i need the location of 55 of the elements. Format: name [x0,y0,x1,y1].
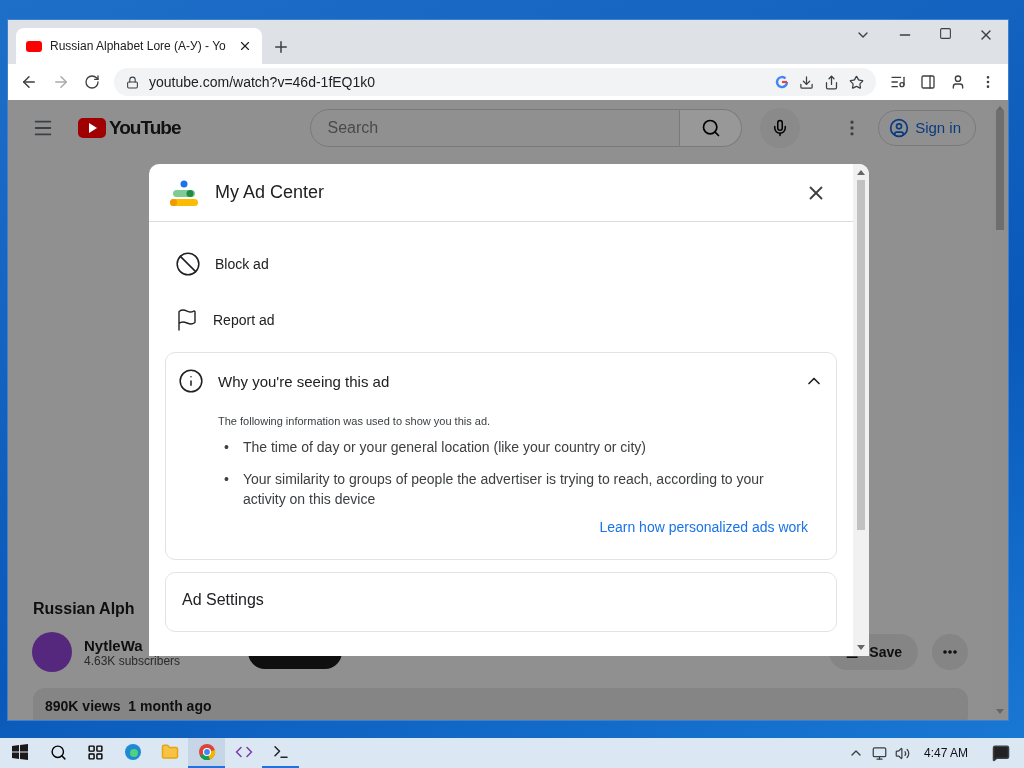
bullet: • [224,438,229,457]
block-ad-item[interactable]: Block ad [149,236,853,292]
clock[interactable]: 4:47 AM [923,746,968,760]
reason-text: The time of day or your general location (like your country or city) [242,438,646,457]
side-panel-icon[interactable] [920,74,936,90]
scrollbar[interactable] [992,100,1008,720]
block-icon [175,251,201,277]
folder-icon [160,743,179,761]
chrome-icon [197,743,216,761]
intro-text: The following information was used to show you this ad. [218,415,492,427]
search-icon [50,743,67,761]
volume-icon[interactable] [894,745,910,761]
dialog-title: My Ad Center [215,182,326,203]
notification-icon[interactable] [992,744,1010,762]
address-bar[interactable]: youtube.com/watch?v=46d-1fEQ1k0 [114,68,876,96]
network-icon[interactable] [871,745,887,761]
playlist-icon[interactable] [890,74,906,90]
profile-icon[interactable] [950,74,966,90]
share-icon[interactable] [824,74,839,90]
back-icon[interactable] [20,73,38,91]
reload-icon[interactable] [84,74,100,90]
learn-more-link[interactable]: Learn how personalized ads work [599,519,808,535]
browser-tab[interactable]: Russian Alphabet Lore (А-У) - Yo [16,28,262,64]
youtube-logo[interactable]: YouTube [78,116,181,139]
ad-settings-card[interactable]: Ad Settings [165,572,837,632]
report-ad-item[interactable]: Report ad [149,292,853,348]
taskbar-app[interactable] [188,738,225,768]
more-button[interactable] [932,634,968,670]
video-description[interactable]: 890K views 1 month ago [33,688,968,720]
lock-icon [126,75,139,89]
more-icon [943,650,957,654]
why-header[interactable]: Why you're seeing this ad [166,353,836,409]
grid-icon [87,743,104,761]
edge-icon [123,743,142,761]
windows-logo [12,744,28,760]
google-icon[interactable] [775,75,789,89]
flag-icon [175,308,199,332]
video-title: Russian Alph [33,600,135,619]
close-icon[interactable] [238,39,252,53]
user-icon [889,117,910,138]
maximize-icon[interactable] [939,27,952,40]
subscriber-count: 4.63K subscribers [84,653,181,668]
channel-name[interactable]: NytleWa [84,636,143,654]
channel-avatar[interactable] [32,632,72,672]
new-tab-icon[interactable] [272,38,290,56]
search-button[interactable] [680,108,743,147]
download-icon[interactable] [799,74,814,90]
dialog-scrollbar[interactable] [853,164,869,656]
terminal-icon [271,743,290,761]
reason-text: Your similarity to groups of people the advertiser is trying to reach, according to your activity on this device [242,470,765,509]
search-icon [700,117,721,138]
youtube-favicon [26,40,42,52]
star-icon[interactable] [849,74,864,90]
bullet: • [224,470,229,489]
info-icon [178,368,204,394]
